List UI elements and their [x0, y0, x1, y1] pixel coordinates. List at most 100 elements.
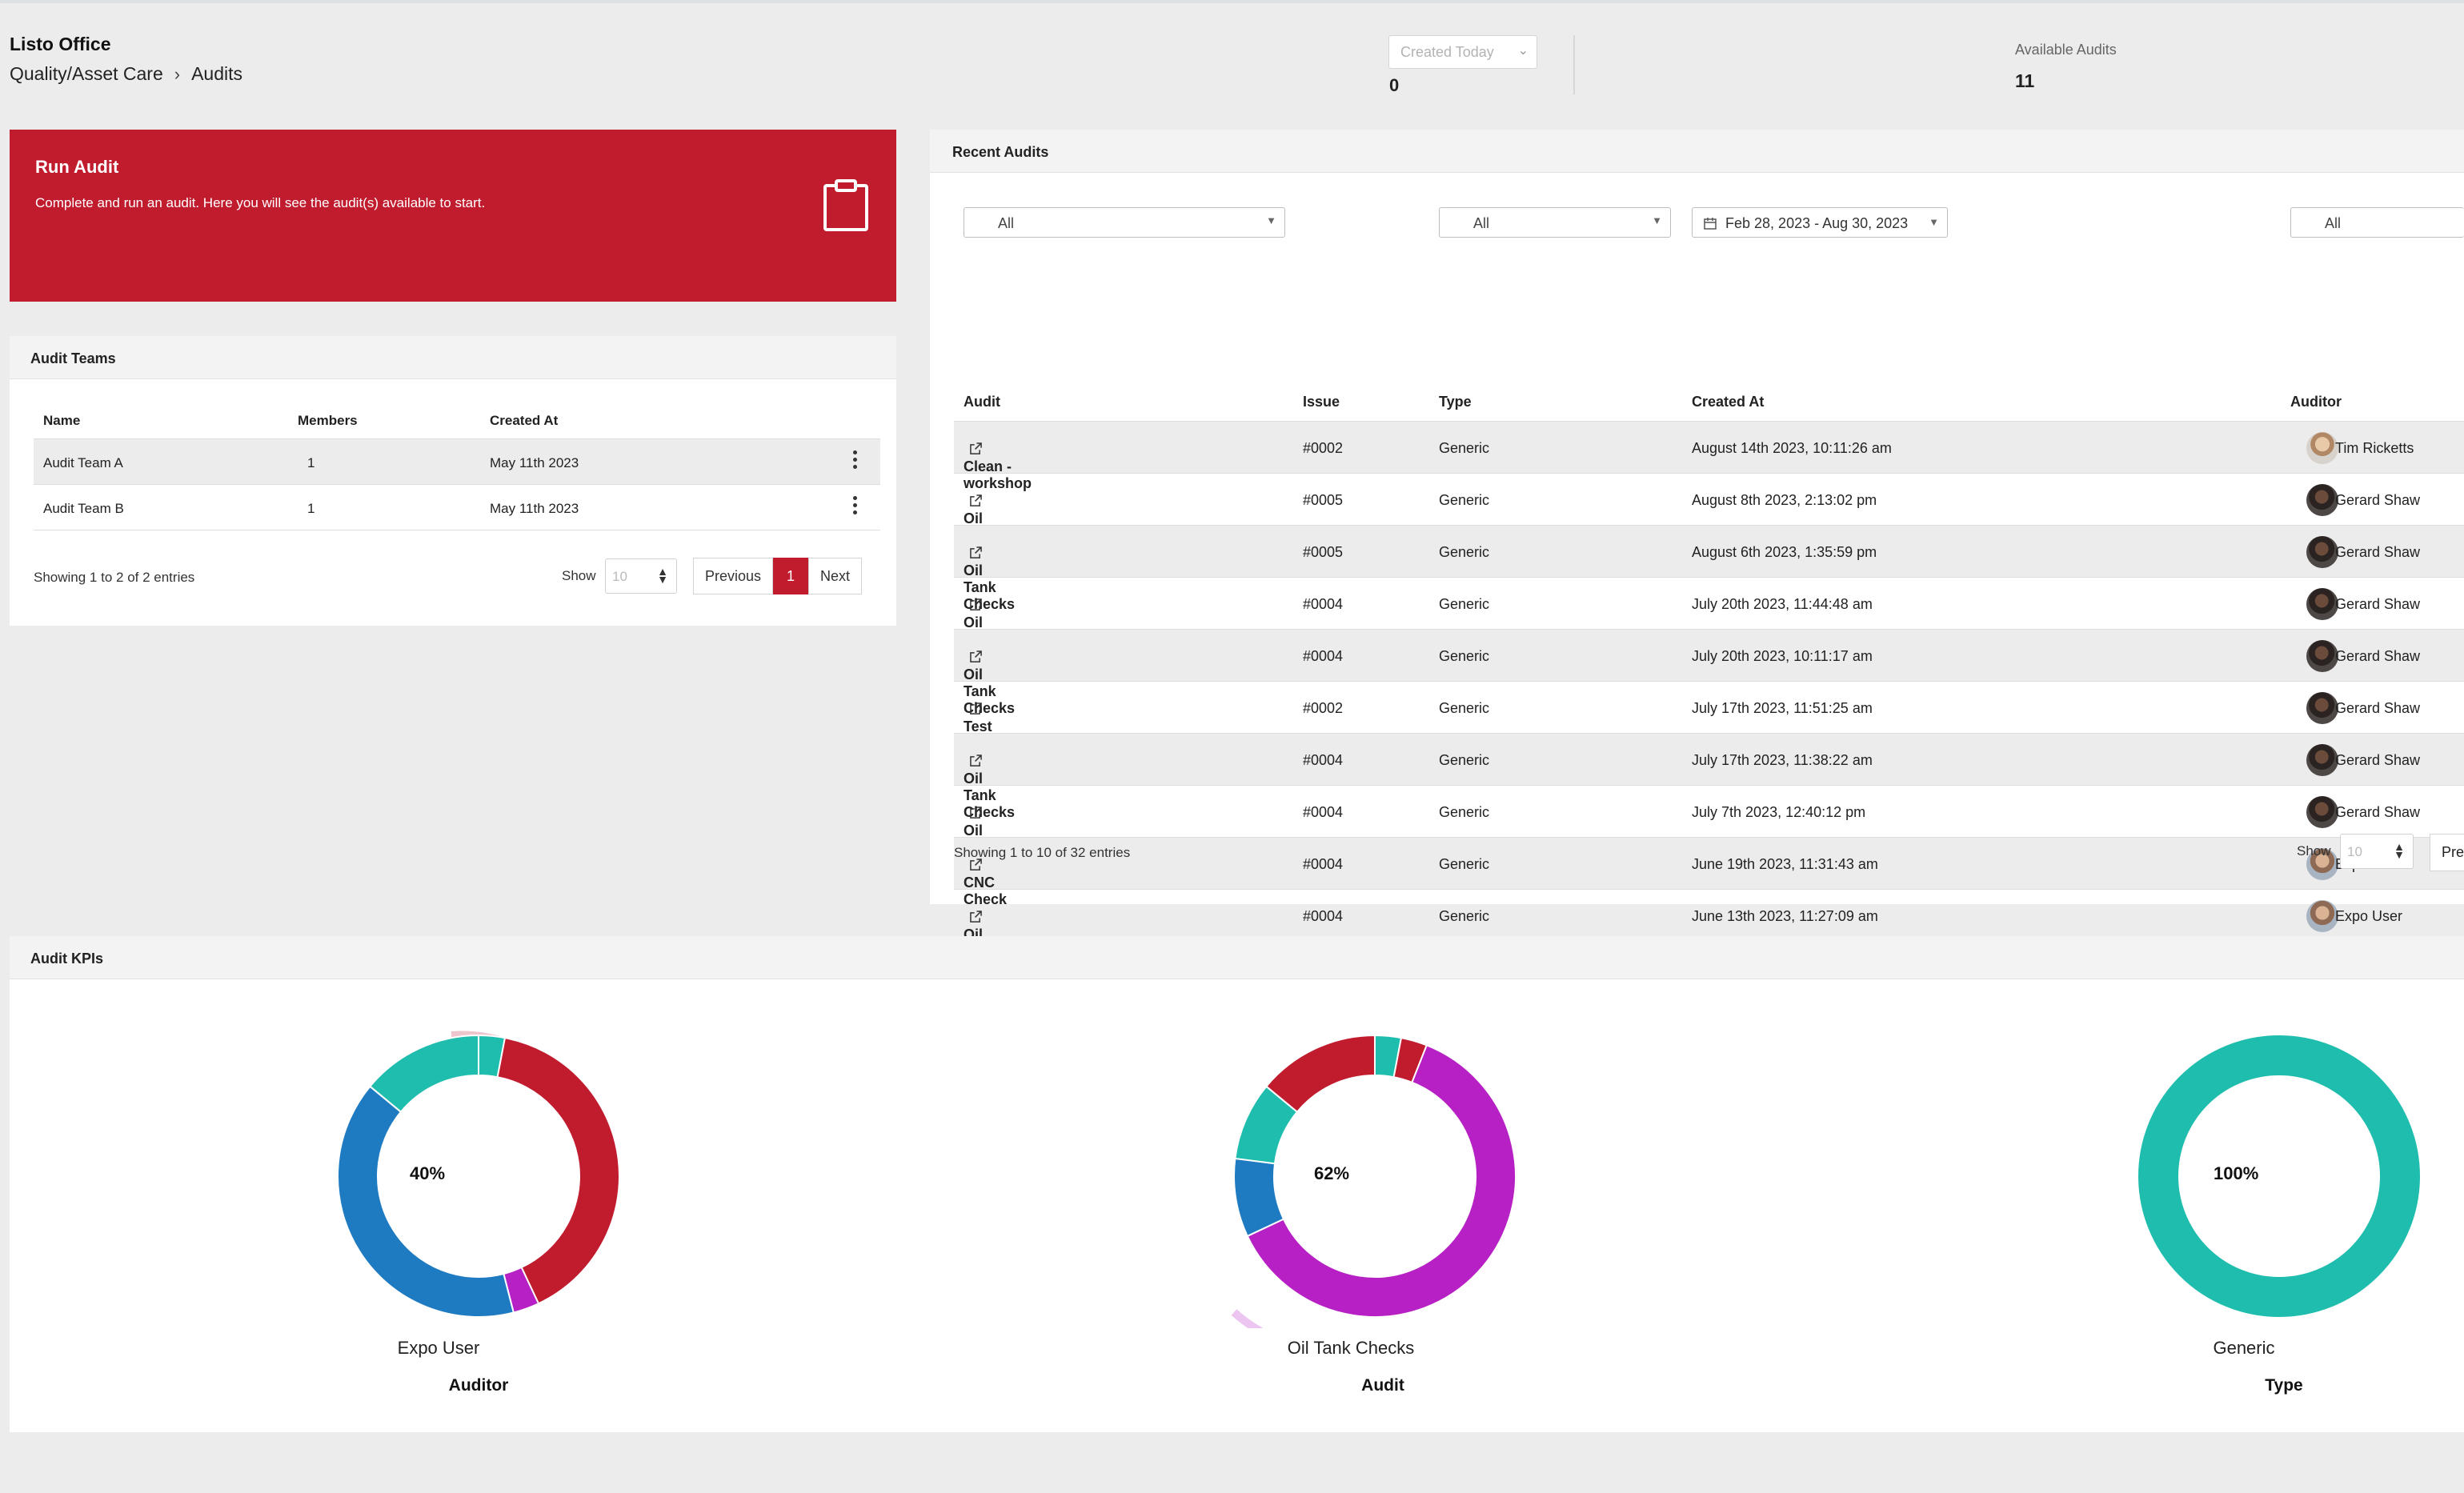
external-link-icon[interactable] [970, 755, 982, 767]
external-link-icon[interactable] [970, 911, 982, 923]
audit-type: Generic [1439, 700, 1490, 716]
table-row[interactable]: Test #0002 Generic July 17th 2023, 11:51:25… [954, 681, 2464, 734]
stats-divider [1573, 35, 1575, 94]
audit-type: Generic [1439, 596, 1490, 612]
auditor-name: Gerard Shaw [2335, 804, 2421, 820]
col-header-audit[interactable]: Audit [964, 394, 1000, 410]
table-row[interactable]: Oil Tank Checks#0005GenericAugust 8th 20… [954, 473, 2464, 560]
col-header-auditor[interactable]: Auditor [2290, 394, 2342, 410]
audits-show-label: Show [2297, 843, 2331, 859]
external-link-icon[interactable] [970, 702, 982, 714]
audit-kpis-panel: Audit KPIs 40% Expo User Auditor 62% Oil… [10, 936, 2464, 1432]
audit-issue: #0002 [1303, 700, 1344, 716]
audit-selected-label: Oil Tank Checks [1287, 1338, 1415, 1358]
run-audit-card[interactable]: Run Audit Complete and run an audit. Her… [10, 130, 896, 302]
avatar [2306, 744, 2338, 776]
table-row[interactable]: Oil Tank Checks #0005 Generic August 6th 20… [954, 525, 2464, 612]
kebab-menu-icon[interactable] [853, 496, 858, 517]
table-row[interactable]: Oil Tank Checks#0004GenericJuly 7th 2023… [954, 785, 2464, 872]
avatar [2306, 692, 2338, 724]
auditor-percent: 40% [410, 1163, 446, 1183]
date-range-picker[interactable]: Feb 28, 2023 - Aug 30, 2023 ▼ [1692, 207, 1948, 238]
avatar [2306, 796, 2338, 828]
table-row[interactable]: Oil Tank Checks#0004GenericJuly 20th 202… [954, 577, 2464, 664]
table-row[interactable]: Oil Tank Checks #0004 Generic July 17th 202… [954, 733, 2464, 820]
col-header-type[interactable]: Type [1439, 394, 1472, 410]
audit-issue: #0004 [1303, 856, 1344, 872]
kebab-menu-icon[interactable] [853, 450, 858, 471]
chevron-right-icon: › [174, 63, 181, 84]
table-row[interactable]: CNC Check #0004 Generic June 19th 2023, 11:… [954, 837, 2464, 907]
audit-issue: #0005 [1303, 492, 1344, 508]
audit-type: Generic [1439, 856, 1490, 872]
col-header-issue[interactable]: Issue [1303, 394, 1340, 410]
breadcrumb-item-audits: Audits [191, 63, 243, 84]
col-header-name[interactable]: Name [43, 413, 80, 429]
audit-type: Generic [1439, 648, 1490, 664]
caret-down-icon: ▼ [1266, 214, 1276, 226]
audit-created-at: June 13th 2023, 11:27:09 am [1692, 908, 1878, 924]
table-row[interactable]: Oil Tank Checks#0004GenericJune 13th 202… [954, 889, 2464, 976]
type-donut-chart[interactable] [2127, 1024, 2431, 1328]
table-row[interactable]: Clean - workshop #0002 Generic August 14th … [954, 421, 2464, 491]
external-link-icon[interactable] [970, 598, 982, 610]
table-row[interactable]: Audit Team A 1 May 11th 2023 [34, 438, 880, 484]
table-row[interactable]: Oil Tank Checks#0004GenericJuly 20th 202… [954, 629, 2464, 716]
audits-previous-button[interactable]: Pre [2430, 834, 2464, 871]
next-button[interactable]: Next [808, 558, 863, 594]
col-header-members[interactable]: Members [298, 413, 358, 429]
external-link-icon[interactable] [970, 546, 982, 558]
previous-button[interactable]: Previous [693, 558, 774, 594]
calendar-icon [1704, 218, 1717, 230]
teams-page-size-value: 10 [612, 569, 627, 584]
chevron-down-icon: ⌄ [1517, 44, 1528, 58]
col-header-created[interactable]: Created At [490, 413, 558, 429]
audit-issue: #0004 [1303, 752, 1344, 768]
audit-created-at: August 6th 2023, 1:35:59 pm [1692, 544, 1877, 560]
type-filter-select[interactable]: All ▼ [1439, 207, 1671, 238]
avatar [2306, 432, 2338, 464]
page-1-button[interactable]: 1 [773, 558, 809, 594]
auditor-name: Gerard Shaw [2335, 752, 2421, 768]
created-filter-value: Created Today [1400, 44, 1494, 60]
audits-showing-entries: Showing 1 to 10 of 32 entries [954, 845, 1131, 860]
breadcrumb-item-quality[interactable]: Quality/Asset Care [10, 63, 163, 85]
external-link-icon[interactable] [970, 442, 982, 454]
audit-type: Generic [1439, 908, 1490, 924]
external-link-icon[interactable] [970, 494, 982, 506]
audit-donut-chart[interactable] [1223, 1024, 1527, 1328]
audit-issue: #0004 [1303, 804, 1344, 820]
audit-kpis-title: Audit KPIs [10, 936, 2464, 979]
auditor-filter-select[interactable]: All [2290, 207, 2464, 238]
auditor-donut-chart[interactable] [327, 1024, 631, 1328]
type-chart-title: Type [2265, 1376, 2303, 1395]
avatar [2306, 536, 2338, 568]
external-link-icon[interactable] [970, 807, 982, 819]
available-audits-label: Available Audits [2015, 42, 2117, 58]
teams-page-size-select[interactable]: 10 ▲ ▼ [605, 558, 677, 594]
audit-issue: #0002 [1303, 440, 1344, 456]
avatar [2306, 484, 2338, 516]
audit-created-at: July 17th 2023, 11:38:22 am [1692, 752, 1873, 768]
audits-page-size-value: 10 [2347, 844, 2362, 859]
donut-segment-5 [1264, 1034, 1376, 1114]
audit-issue: #0005 [1303, 544, 1344, 560]
audit-filter-select[interactable]: All ▼ [964, 207, 1285, 238]
audits-page-size-select[interactable]: 10 ▲ ▼ [2340, 834, 2414, 869]
col-header-created[interactable]: Created At [1692, 394, 1764, 410]
created-filter-select[interactable]: Created Today ⌄ [1388, 35, 1537, 69]
audit-issue: #0004 [1303, 908, 1344, 924]
audit-issue: #0004 [1303, 648, 1344, 664]
audit-created-at: July 7th 2023, 12:40:12 pm [1692, 804, 1866, 820]
table-row[interactable]: Audit Team B 1 May 11th 2023 [34, 484, 880, 530]
available-audits-count: 11 [2015, 70, 2035, 91]
audit-created-at: July 20th 2023, 10:11:17 am [1692, 648, 1873, 664]
avatar [2306, 588, 2338, 620]
external-link-icon[interactable] [970, 650, 982, 662]
auditor-selected-label: Expo User [397, 1338, 480, 1358]
avatar [2306, 900, 2338, 932]
audit-type: Generic [1439, 440, 1490, 456]
auditor-chart-title: Auditor [448, 1376, 509, 1395]
audit-teams-title: Audit Teams [10, 336, 896, 379]
sort-updown-icon: ▲ ▼ [657, 565, 668, 586]
